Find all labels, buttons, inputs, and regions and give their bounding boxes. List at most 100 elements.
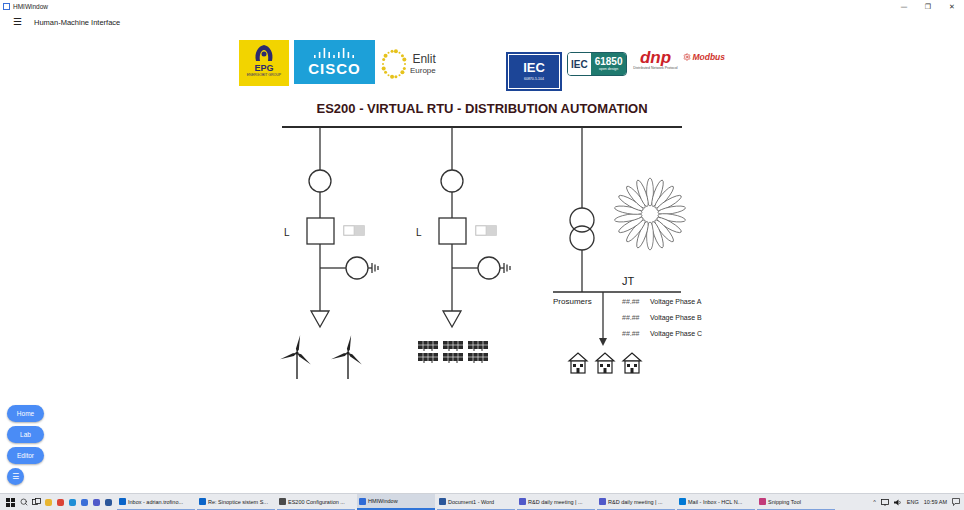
- cisco-bars-icon: [312, 47, 356, 58]
- wind-turbine-icon: [280, 335, 312, 379]
- diagram-title: ES200 - VIRTUAL RTU - DISTRIBUTION AUTOM…: [316, 100, 647, 118]
- voltage-reading: ##.##Voltage Phase C: [622, 330, 702, 338]
- enlit-logo: EnlitEurope: [380, 42, 448, 85]
- epg-emblem-icon: [252, 43, 276, 63]
- config-icon: [279, 498, 286, 505]
- pinned-app[interactable]: [90, 494, 102, 510]
- chrome-icon: [57, 499, 64, 506]
- feeder-label: L: [284, 227, 290, 238]
- taskbar-app[interactable]: Snipping Tool: [757, 494, 835, 510]
- search-button[interactable]: [18, 494, 30, 510]
- svg-text:Voltage Phase A: Voltage Phase A: [650, 298, 702, 306]
- tray-chevron[interactable]: ^: [873, 499, 876, 505]
- partner-logos: EPGENERGOBIT GROUPCISCOEnlitEurope: [239, 40, 448, 86]
- logo-row: EPGENERGOBIT GROUPCISCOEnlitEurope IEC608…: [239, 40, 725, 92]
- word-icon: [105, 499, 112, 506]
- current-transformer-icon: [441, 170, 463, 192]
- hmi-window: HMIWindow —❐✕ ☰ Human-Machine Interface EPGE…: [0, 0, 964, 510]
- volume-icon[interactable]: [894, 499, 902, 506]
- snip-icon: [759, 498, 766, 505]
- floating-nav: Home Lab Editor ☰: [7, 405, 44, 485]
- nav-button[interactable]: Home: [7, 405, 44, 422]
- prosumer-houses: [569, 353, 641, 373]
- transformer-icon: [570, 208, 594, 250]
- solar-panels-icon: [418, 341, 488, 363]
- breaker-switch[interactable]: [343, 225, 365, 236]
- window-control-button[interactable]: ❐: [916, 0, 940, 13]
- epg-logo: EPGENERGOBIT GROUP: [239, 40, 289, 86]
- taskbar-app[interactable]: Document1 - Word: [437, 494, 515, 510]
- enlit-ring-icon: [380, 47, 408, 81]
- ground-icon: [368, 263, 378, 273]
- lv-busbar: [553, 291, 681, 293]
- app-title: Human-Machine Interface: [34, 18, 120, 27]
- start-button[interactable]: [3, 494, 18, 510]
- svg-text:##.##: ##.##: [622, 330, 640, 337]
- feeder: L: [280, 127, 378, 379]
- outlook-icon: [199, 498, 206, 505]
- feeder-label: L: [416, 227, 422, 238]
- pinned-app[interactable]: [42, 494, 54, 510]
- hmi-icon: [359, 498, 366, 505]
- title-bar: HMIWindow —❐✕: [0, 0, 964, 13]
- menu-button[interactable]: ☰: [13, 17, 22, 27]
- feed-arrow-icon: [599, 292, 607, 346]
- breaker: [439, 218, 466, 244]
- word-icon: [439, 498, 446, 505]
- pinned-app[interactable]: [66, 494, 78, 510]
- pinned-app[interactable]: [54, 494, 66, 510]
- voltage-transformer-icon: [478, 257, 500, 279]
- modbus-logo: Modbus: [683, 52, 725, 62]
- main-area: EPGENERGOBIT GROUPCISCOEnlitEurope IEC608…: [0, 31, 964, 493]
- window-control-button[interactable]: ✕: [940, 0, 964, 13]
- bus-label: JT: [622, 275, 635, 287]
- ground-icon: [500, 263, 510, 273]
- taskbar: Inbox - adrian.trofino...Re: Sinoptice s…: [0, 493, 964, 510]
- taskbar-app[interactable]: ES200 Configuration ...: [277, 494, 355, 510]
- clock[interactable]: 10:59 AM: [924, 499, 947, 505]
- nav-button[interactable]: Editor: [7, 447, 44, 464]
- single-line-diagram: L L JT Prosumers ##.## Voltage Phase A ##.##Vo…: [244, 122, 720, 382]
- nav-button[interactable]: Lab: [7, 426, 44, 443]
- app-icon: [3, 3, 10, 10]
- taskbar-app[interactable]: Re: Sinoptice sistem S...: [197, 494, 275, 510]
- wind-turbine-icon: [331, 335, 363, 379]
- taskbar-app[interactable]: R&D daily meeting | ...: [597, 494, 675, 510]
- windows-icon: [6, 498, 15, 507]
- notifications-icon[interactable]: [952, 498, 960, 506]
- task-view-icon: [32, 498, 41, 506]
- nav-menu-button[interactable]: ☰: [7, 468, 24, 485]
- window-title: HMIWindow: [13, 3, 48, 10]
- load-arrow-icon: [443, 311, 461, 327]
- busbar: [282, 126, 682, 128]
- app-bar: ☰ Human-Machine Interface: [0, 13, 964, 31]
- system-tray: ^ ENG 10:59 AM: [873, 494, 964, 510]
- task-view-button[interactable]: [30, 494, 42, 510]
- taskbar-app[interactable]: R&D daily meeting | ...: [517, 494, 595, 510]
- transformer-bay: JT Prosumers ##.## Voltage Phase A ##.##Volt…: [553, 127, 702, 373]
- taskbar-app[interactable]: HMIWindow: [357, 494, 435, 510]
- prosumers-label: Prosumers: [553, 297, 592, 306]
- voltage-transformer-icon: [346, 257, 368, 279]
- load-arrow-icon: [311, 311, 329, 327]
- network-icon[interactable]: [881, 499, 889, 506]
- pinned-app[interactable]: [78, 494, 90, 510]
- dnp-logo: dnpDistributed Network Protocol: [632, 49, 678, 71]
- voltage-reading: ##.## Voltage Phase A: [622, 298, 702, 306]
- fan-icon: [614, 178, 686, 250]
- iec-60870-logo: IEC60870-5-104: [506, 52, 562, 91]
- breaker-switch[interactable]: [475, 225, 497, 236]
- breaker: [307, 218, 334, 244]
- window-control-button[interactable]: —: [892, 0, 916, 13]
- feeder: L: [416, 127, 510, 363]
- language-indicator[interactable]: ENG: [907, 499, 919, 505]
- pinned-app[interactable]: [102, 494, 114, 510]
- svg-text:##.##: ##.##: [622, 298, 640, 305]
- protocol-logos: IEC60870-5-104IEC61850open designdnpDist…: [506, 40, 725, 91]
- outlook-icon: [119, 498, 126, 505]
- voltage-reading: ##.##Voltage Phase B: [622, 314, 702, 322]
- taskbar-app[interactable]: Mail - Inbox - HCL N...: [677, 494, 755, 510]
- store-icon: [81, 499, 88, 506]
- taskbar-app[interactable]: Inbox - adrian.trofino...: [117, 494, 195, 510]
- gear-icon: [683, 53, 691, 61]
